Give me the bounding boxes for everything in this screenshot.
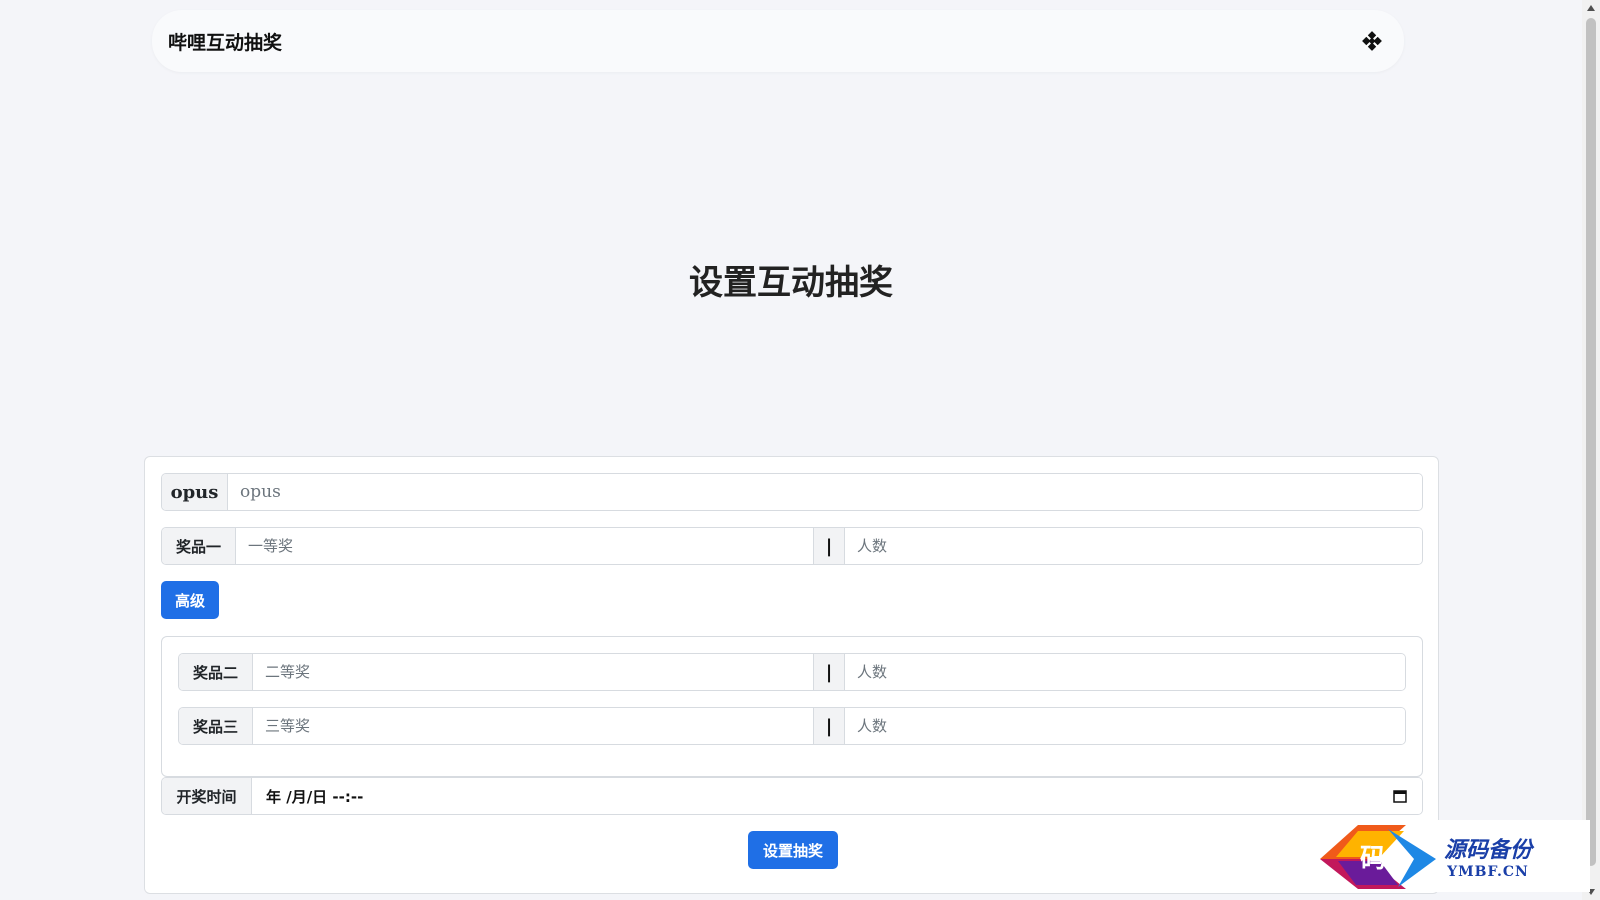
draw-time-value: 年 /月/日 --:--: [266, 787, 364, 806]
draw-time-label: 开奖时间: [162, 778, 252, 814]
lottery-form-card: opus 奖品一 | 高级 奖品二 | 奖品三 |: [144, 456, 1439, 894]
prize3-count-input[interactable]: [845, 708, 1405, 744]
scroll-thumb[interactable]: [1586, 18, 1596, 866]
page-title: 设置互动抽奖: [689, 263, 893, 303]
watermark-en: YMBF.CN: [1447, 864, 1529, 880]
opus-label: opus: [162, 474, 228, 510]
calendar-icon[interactable]: [1392, 788, 1408, 804]
prize1-separator: |: [813, 528, 845, 564]
watermark-logo-char: 码: [1360, 844, 1386, 874]
prize2-count-input[interactable]: [845, 654, 1405, 690]
scroll-up-icon[interactable]: [1582, 0, 1600, 16]
watermark-cn: 源码备份: [1444, 837, 1533, 863]
opus-input-group: opus: [161, 473, 1423, 511]
prize1-label: 奖品一: [162, 528, 236, 564]
prize3-name-input[interactable]: [253, 708, 813, 744]
watermark-text: 源码备份 YMBF.CN: [1444, 832, 1532, 880]
prize1-name-input[interactable]: [236, 528, 813, 564]
theme-toggle-icon[interactable]: [1360, 29, 1384, 53]
watermark-logo-icon: 码: [1320, 825, 1436, 889]
prize3-input-group: 奖品三 |: [178, 707, 1406, 745]
page-scrollbar[interactable]: [1582, 0, 1600, 900]
watermark: 码 源码备份 YMBF.CN: [1318, 820, 1590, 892]
page: 哔哩互动抽奖 设置互动抽奖 opus 奖品一 | 高级 奖品二: [0, 0, 1600, 900]
prize3-separator: |: [813, 708, 845, 744]
prize3-label: 奖品三: [179, 708, 253, 744]
prize2-name-input[interactable]: [253, 654, 813, 690]
prize1-count-input[interactable]: [845, 528, 1422, 564]
prize2-separator: |: [813, 654, 845, 690]
navbar: 哔哩互动抽奖: [152, 10, 1404, 72]
submit-lottery-button[interactable]: 设置抽奖: [748, 831, 838, 869]
advanced-button[interactable]: 高级: [161, 581, 219, 619]
prize2-input-group: 奖品二 |: [178, 653, 1406, 691]
prize2-label: 奖品二: [179, 654, 253, 690]
prize1-input-group: 奖品一 |: [161, 527, 1423, 565]
advanced-options-panel: 奖品二 | 奖品三 |: [161, 636, 1423, 777]
brand-link[interactable]: 哔哩互动抽奖: [168, 28, 282, 55]
opus-input[interactable]: [228, 474, 1422, 510]
draw-time-input-group: 开奖时间 年 /月/日 --:--: [161, 777, 1423, 815]
draw-time-input[interactable]: 年 /月/日 --:--: [252, 778, 1422, 814]
